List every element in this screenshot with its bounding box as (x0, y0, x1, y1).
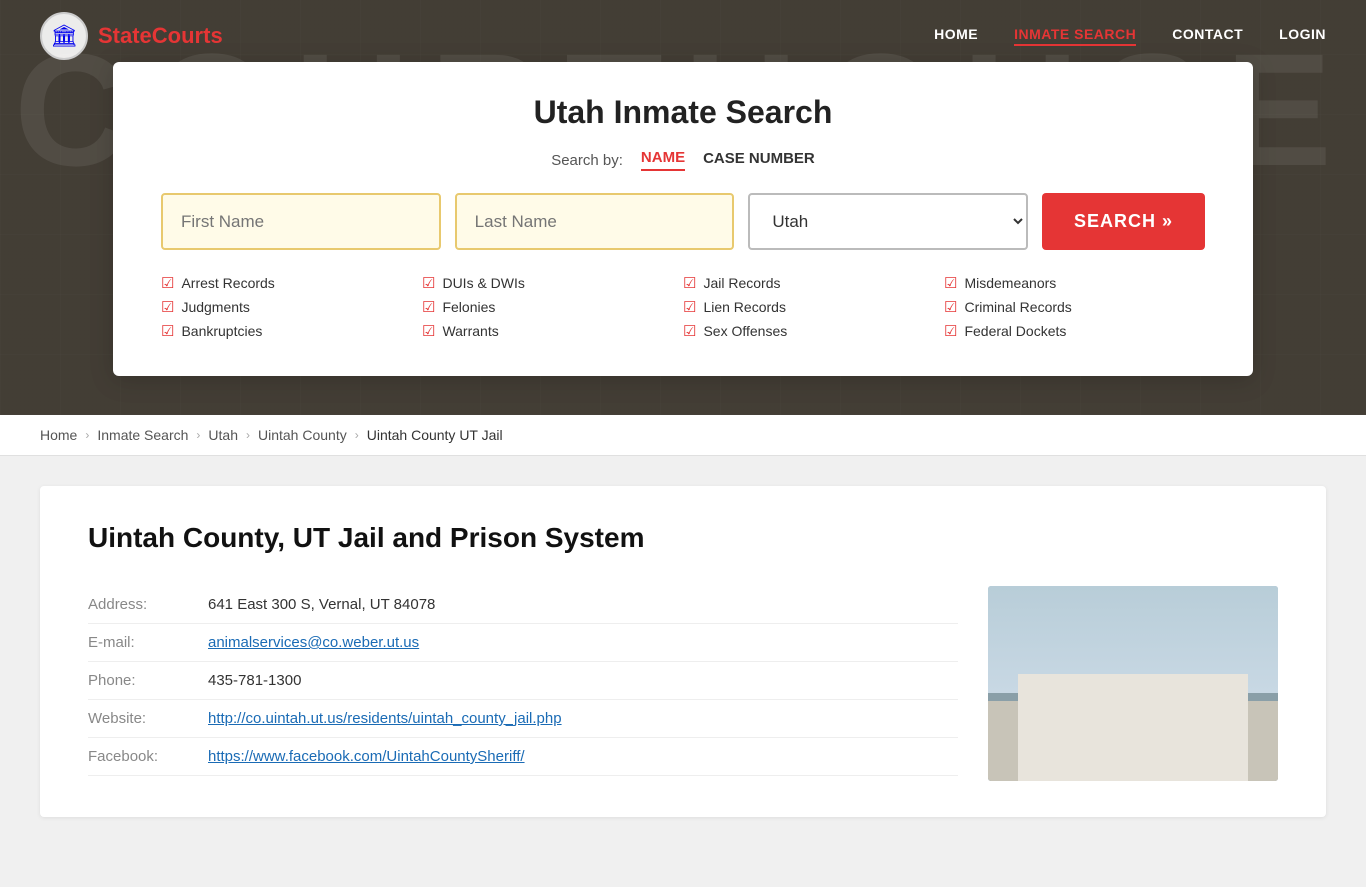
email-row: E-mail: animalservices@co.weber.ut.us (88, 624, 958, 662)
search-card: Utah Inmate Search Search by: NAME CASE … (113, 62, 1253, 376)
facebook-row: Facebook: https://www.facebook.com/Uinta… (88, 738, 958, 776)
address-row: Address: 641 East 300 S, Vernal, UT 8407… (88, 586, 958, 624)
check-bankruptcies: ☑ Bankruptcies (161, 322, 422, 340)
facebook-link[interactable]: https://www.facebook.com/UintahCountyShe… (208, 748, 525, 765)
logo-icon: 🏛 (40, 12, 88, 60)
check-label: DUIs & DWIs (442, 275, 524, 291)
checkbox-icon: ☑ (161, 322, 174, 340)
check-criminal-records: ☑ Criminal Records (944, 298, 1205, 316)
search-inputs: Utah Alabama Alaska Arizona California C… (161, 193, 1205, 250)
state-select[interactable]: Utah Alabama Alaska Arizona California C… (748, 193, 1028, 250)
facility-svg (988, 586, 1278, 781)
breadcrumb-uintah-county[interactable]: Uintah County (258, 427, 347, 443)
check-warrants: ☑ Warrants (422, 322, 683, 340)
check-label: Lien Records (703, 299, 786, 315)
hero-section: COURTHOUSE 🏛 StateCourts HOME INMATE SEA… (0, 0, 1366, 415)
search-by-label: Search by: (551, 152, 623, 169)
checks-grid: ☑ Arrest Records ☑ DUIs & DWIs ☑ Jail Re… (161, 274, 1205, 340)
nav-links: HOME INMATE SEARCH CONTACT LOGIN (934, 26, 1326, 46)
search-button[interactable]: SEARCH » (1042, 193, 1205, 250)
check-label: Judgments (181, 299, 249, 315)
content-card: Uintah County, UT Jail and Prison System… (40, 486, 1326, 817)
check-label: Arrest Records (181, 275, 274, 291)
check-duis: ☑ DUIs & DWIs (422, 274, 683, 292)
check-label: Bankruptcies (181, 323, 262, 339)
checkbox-icon: ☑ (944, 274, 957, 292)
address-value: 641 East 300 S, Vernal, UT 84078 (208, 596, 435, 613)
check-label: Federal Dockets (964, 323, 1066, 339)
breadcrumb-sep-4: › (355, 428, 359, 442)
checkbox-icon: ☑ (161, 298, 174, 316)
nav-contact[interactable]: CONTACT (1172, 26, 1243, 46)
breadcrumb: Home › Inmate Search › Utah › Uintah Cou… (0, 415, 1366, 456)
phone-value: 435-781-1300 (208, 672, 301, 689)
breadcrumb-sep-2: › (196, 428, 200, 442)
info-table: Address: 641 East 300 S, Vernal, UT 8407… (88, 586, 958, 776)
website-label: Website: (88, 710, 188, 727)
main-content: Uintah County, UT Jail and Prison System… (0, 456, 1366, 887)
check-felonies: ☑ Felonies (422, 298, 683, 316)
check-label: Criminal Records (964, 299, 1071, 315)
facebook-label: Facebook: (88, 748, 188, 765)
tab-case-number[interactable]: CASE NUMBER (703, 150, 815, 170)
first-name-input[interactable] (161, 193, 441, 250)
facility-image (988, 586, 1278, 781)
facility-title: Uintah County, UT Jail and Prison System (88, 522, 1278, 554)
checkbox-icon: ☑ (683, 274, 696, 292)
check-judgments: ☑ Judgments (161, 298, 422, 316)
tab-name[interactable]: NAME (641, 149, 685, 171)
check-federal-dockets: ☑ Federal Dockets (944, 322, 1205, 340)
checkbox-icon: ☑ (161, 274, 174, 292)
phone-row: Phone: 435-781-1300 (88, 662, 958, 700)
check-label: Warrants (442, 323, 498, 339)
content-layout: Address: 641 East 300 S, Vernal, UT 8407… (88, 586, 1278, 781)
page-spacer (40, 817, 1326, 857)
check-arrest-records: ☑ Arrest Records (161, 274, 422, 292)
breadcrumb-sep-1: › (85, 428, 89, 442)
content-right (988, 586, 1278, 781)
checkbox-icon: ☑ (422, 298, 435, 316)
email-label: E-mail: (88, 634, 188, 651)
phone-label: Phone: (88, 672, 188, 689)
breadcrumb-home[interactable]: Home (40, 427, 77, 443)
breadcrumb-inmate-search[interactable]: Inmate Search (97, 427, 188, 443)
breadcrumb-sep-3: › (246, 428, 250, 442)
checkbox-icon: ☑ (683, 322, 696, 340)
check-jail-records: ☑ Jail Records (683, 274, 944, 292)
nav-login[interactable]: LOGIN (1279, 26, 1326, 46)
logo-link[interactable]: 🏛 StateCourts (40, 12, 223, 60)
last-name-input[interactable] (455, 193, 735, 250)
checkbox-icon: ☑ (683, 298, 696, 316)
check-misdemeanors: ☑ Misdemeanors (944, 274, 1205, 292)
check-lien-records: ☑ Lien Records (683, 298, 944, 316)
checkbox-icon: ☑ (944, 322, 957, 340)
checkbox-icon: ☑ (944, 298, 957, 316)
check-label: Felonies (442, 299, 495, 315)
nav-inmate-search[interactable]: INMATE SEARCH (1014, 26, 1136, 46)
checkbox-icon: ☑ (422, 274, 435, 292)
check-label: Sex Offenses (703, 323, 787, 339)
logo-text: StateCourts (98, 23, 223, 49)
check-label: Jail Records (703, 275, 780, 291)
breadcrumb-utah[interactable]: Utah (208, 427, 238, 443)
nav-home[interactable]: HOME (934, 26, 978, 46)
website-row: Website: http://co.uintah.ut.us/resident… (88, 700, 958, 738)
search-by-row: Search by: NAME CASE NUMBER (161, 149, 1205, 171)
website-link[interactable]: http://co.uintah.ut.us/residents/uintah_… (208, 710, 562, 727)
breadcrumb-current: Uintah County UT Jail (367, 427, 503, 443)
content-left: Address: 641 East 300 S, Vernal, UT 8407… (88, 586, 958, 781)
card-title: Utah Inmate Search (161, 94, 1205, 131)
address-label: Address: (88, 596, 188, 613)
checkbox-icon: ☑ (422, 322, 435, 340)
check-sex-offenses: ☑ Sex Offenses (683, 322, 944, 340)
check-label: Misdemeanors (964, 275, 1056, 291)
email-link[interactable]: animalservices@co.weber.ut.us (208, 634, 419, 651)
